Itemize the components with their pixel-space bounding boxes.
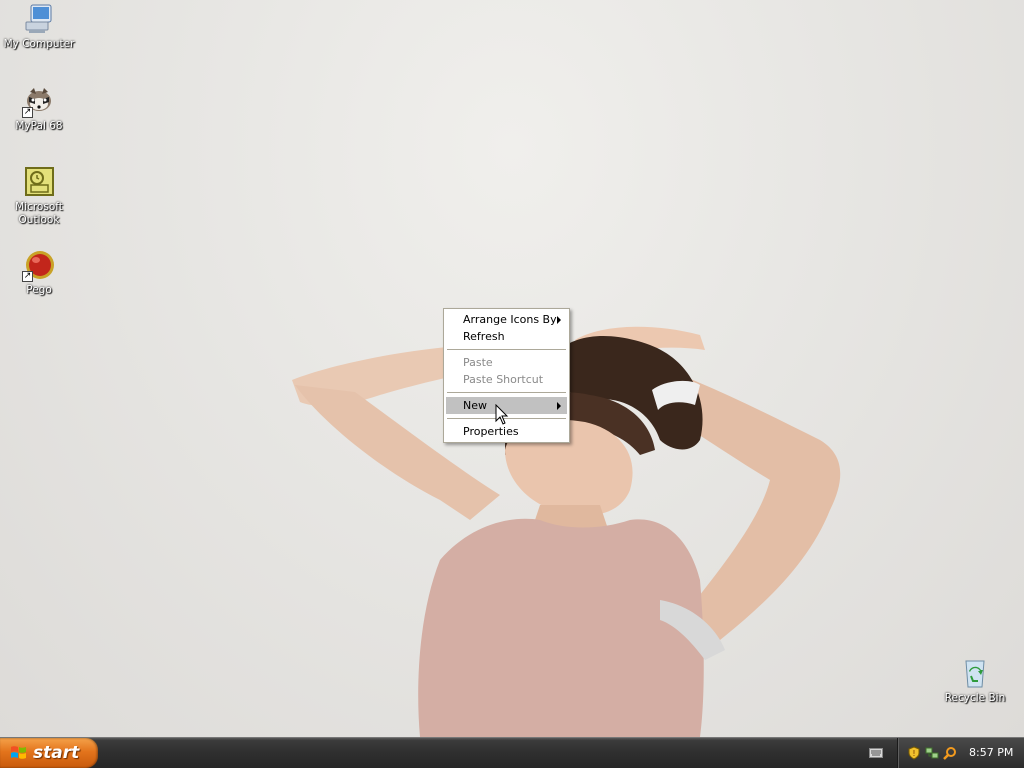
recycle-bin-icon	[958, 656, 992, 690]
menu-item-label: New	[463, 399, 487, 412]
search-icon[interactable]	[943, 746, 957, 760]
start-button[interactable]: start	[0, 738, 98, 768]
keyboard-icon[interactable]	[869, 748, 883, 758]
submenu-arrow-icon	[557, 402, 561, 410]
clock[interactable]: 8:57 PM	[969, 746, 1013, 759]
shortcut-arrow-icon: ↗	[22, 107, 33, 118]
desktop-icon-label: Pego	[26, 284, 52, 296]
desktop-icon-recycle-bin[interactable]: Recycle Bin	[936, 656, 1014, 705]
pego-icon: ↗	[22, 248, 56, 282]
desktop-icon-label: My Computer	[3, 38, 75, 50]
menu-item-arrange-icons-by[interactable]: Arrange Icons By	[446, 311, 567, 328]
desktop-icon-pego[interactable]: ↗ Pego	[0, 248, 78, 297]
menu-separator	[447, 392, 566, 393]
network-icon[interactable]	[925, 746, 939, 760]
desktop-icon-label: Recycle Bin	[944, 692, 1006, 704]
menu-item-label: Properties	[463, 425, 519, 438]
outlook-icon	[22, 165, 56, 199]
system-tray: ! 8:57 PM	[897, 738, 1024, 768]
shortcut-arrow-icon: ↗	[22, 271, 33, 282]
menu-item-label: Arrange Icons By	[463, 313, 557, 326]
menu-item-label: Refresh	[463, 330, 505, 343]
windows-logo-icon	[11, 746, 26, 759]
desktop-icon-my-computer[interactable]: My Computer	[0, 2, 78, 51]
my-computer-icon	[22, 2, 56, 36]
menu-item-paste-shortcut: Paste Shortcut	[446, 371, 567, 388]
mouse-pointer-icon	[495, 404, 509, 425]
start-label: start	[33, 743, 80, 763]
menu-item-refresh[interactable]: Refresh	[446, 328, 567, 345]
svg-text:!: !	[912, 749, 915, 758]
menu-item-paste: Paste	[446, 354, 567, 371]
desktop-icon-label: MyPal 68	[15, 120, 63, 132]
taskbar: start ! 8:57 PM	[0, 737, 1024, 768]
desktop-icon-outlook[interactable]: Microsoft Outlook	[0, 165, 78, 227]
submenu-arrow-icon	[557, 316, 561, 324]
security-shield-icon[interactable]: !	[907, 746, 921, 760]
desktop[interactable]: My Computer ↗ MyPal 68 Microsoft Outlook…	[0, 0, 1024, 737]
menu-item-label: Paste	[463, 356, 493, 369]
mypal-icon: ↗	[22, 84, 56, 118]
menu-separator	[447, 349, 566, 350]
menu-item-label: Paste Shortcut	[463, 373, 544, 386]
desktop-icon-label: Microsoft Outlook	[15, 201, 63, 226]
desktop-icon-mypal[interactable]: ↗ MyPal 68	[0, 84, 78, 133]
